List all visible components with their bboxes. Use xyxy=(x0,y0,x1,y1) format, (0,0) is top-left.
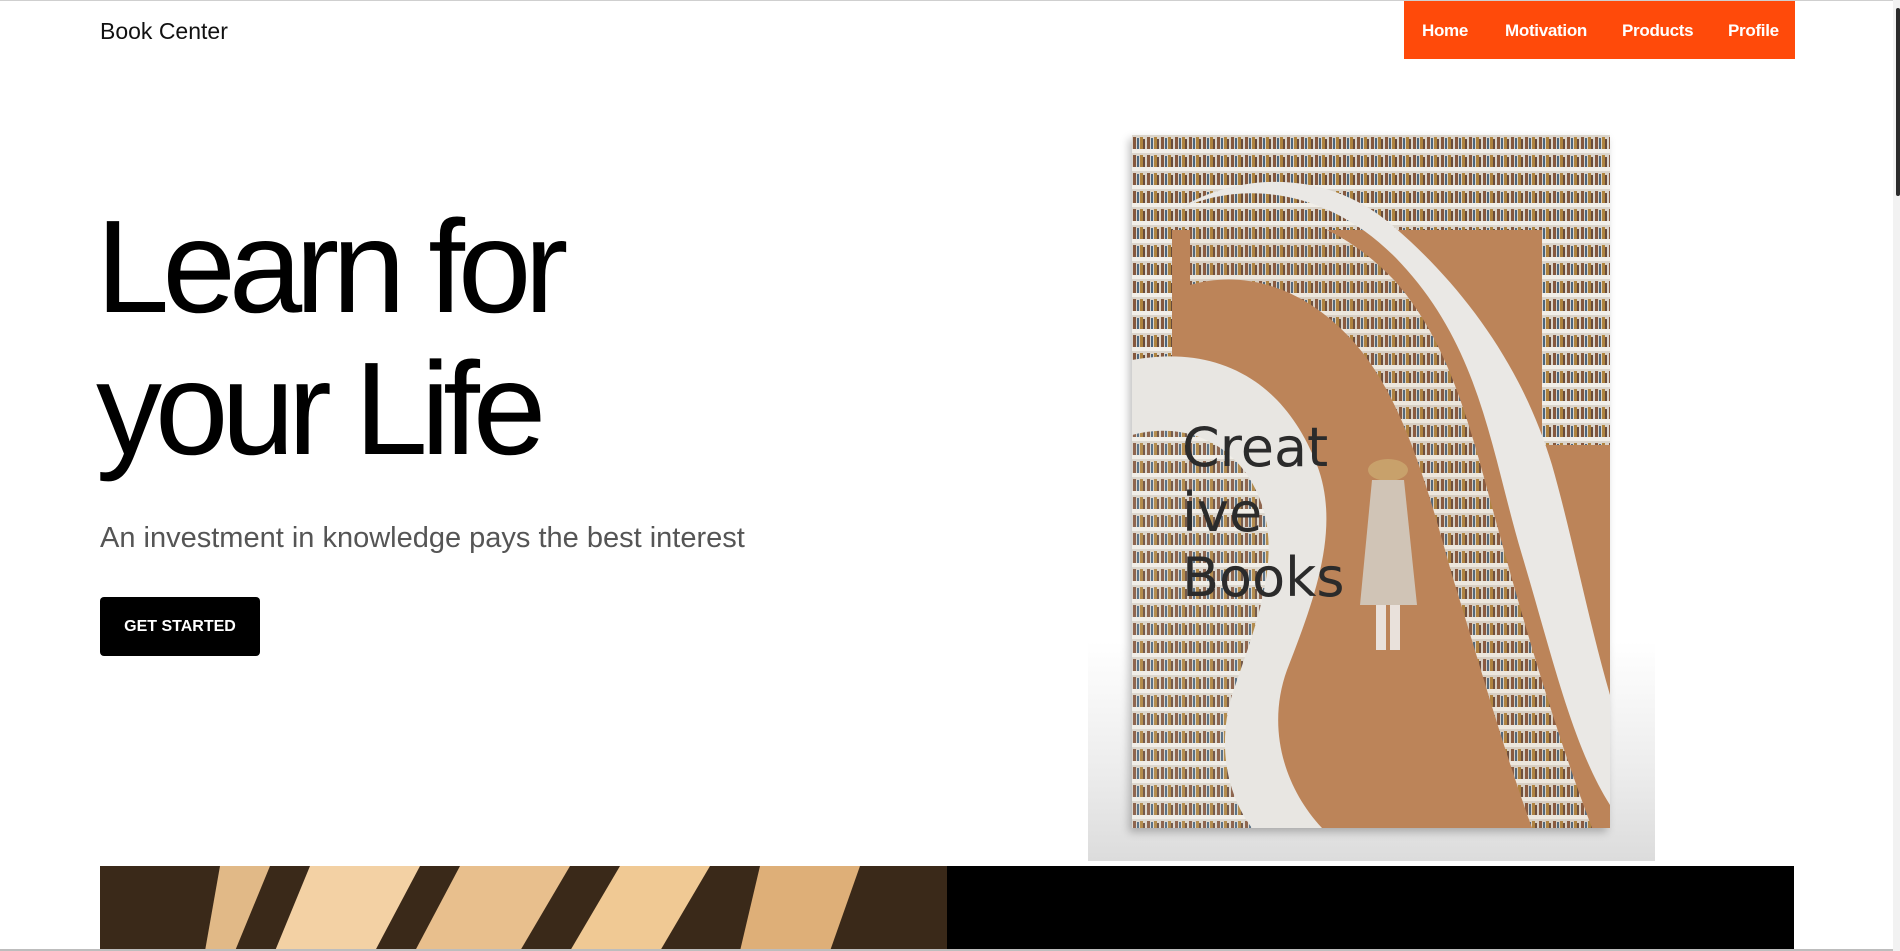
get-started-button[interactable]: GET STARTED xyxy=(100,597,260,656)
warm-light-photo xyxy=(100,866,947,951)
book-cover-image: Creat ive Books xyxy=(1132,135,1610,828)
hero-subtitle: An investment in knowledge pays the best… xyxy=(100,522,745,554)
main-navigation: Home Motivation Products Profile xyxy=(1404,1,1795,59)
feature-panel xyxy=(947,866,1794,951)
feature-image xyxy=(100,866,947,951)
book-cover-title: Creat ive Books xyxy=(1182,415,1345,610)
hero-title: Learn for your Life xyxy=(96,193,568,482)
book-cover-title-line-2: ive xyxy=(1182,481,1263,544)
hero-title-line-2: your Life xyxy=(96,335,546,482)
nav-products-link[interactable]: Products xyxy=(1622,21,1694,41)
hero-title-line-1: Learn for xyxy=(96,193,568,340)
book-cover-title-line-3: Books xyxy=(1182,546,1345,609)
nav-profile-link[interactable]: Profile xyxy=(1728,21,1779,41)
brand-logo-link[interactable]: Book Center xyxy=(100,18,228,45)
book-mockup: Creat ive Books xyxy=(1088,130,1655,861)
book-cover-title-line-1: Creat xyxy=(1182,416,1329,479)
page-scrollbar-thumb[interactable] xyxy=(1896,8,1900,196)
nav-home-link[interactable]: Home xyxy=(1422,21,1468,41)
nav-motivation-link[interactable]: Motivation xyxy=(1505,21,1587,41)
